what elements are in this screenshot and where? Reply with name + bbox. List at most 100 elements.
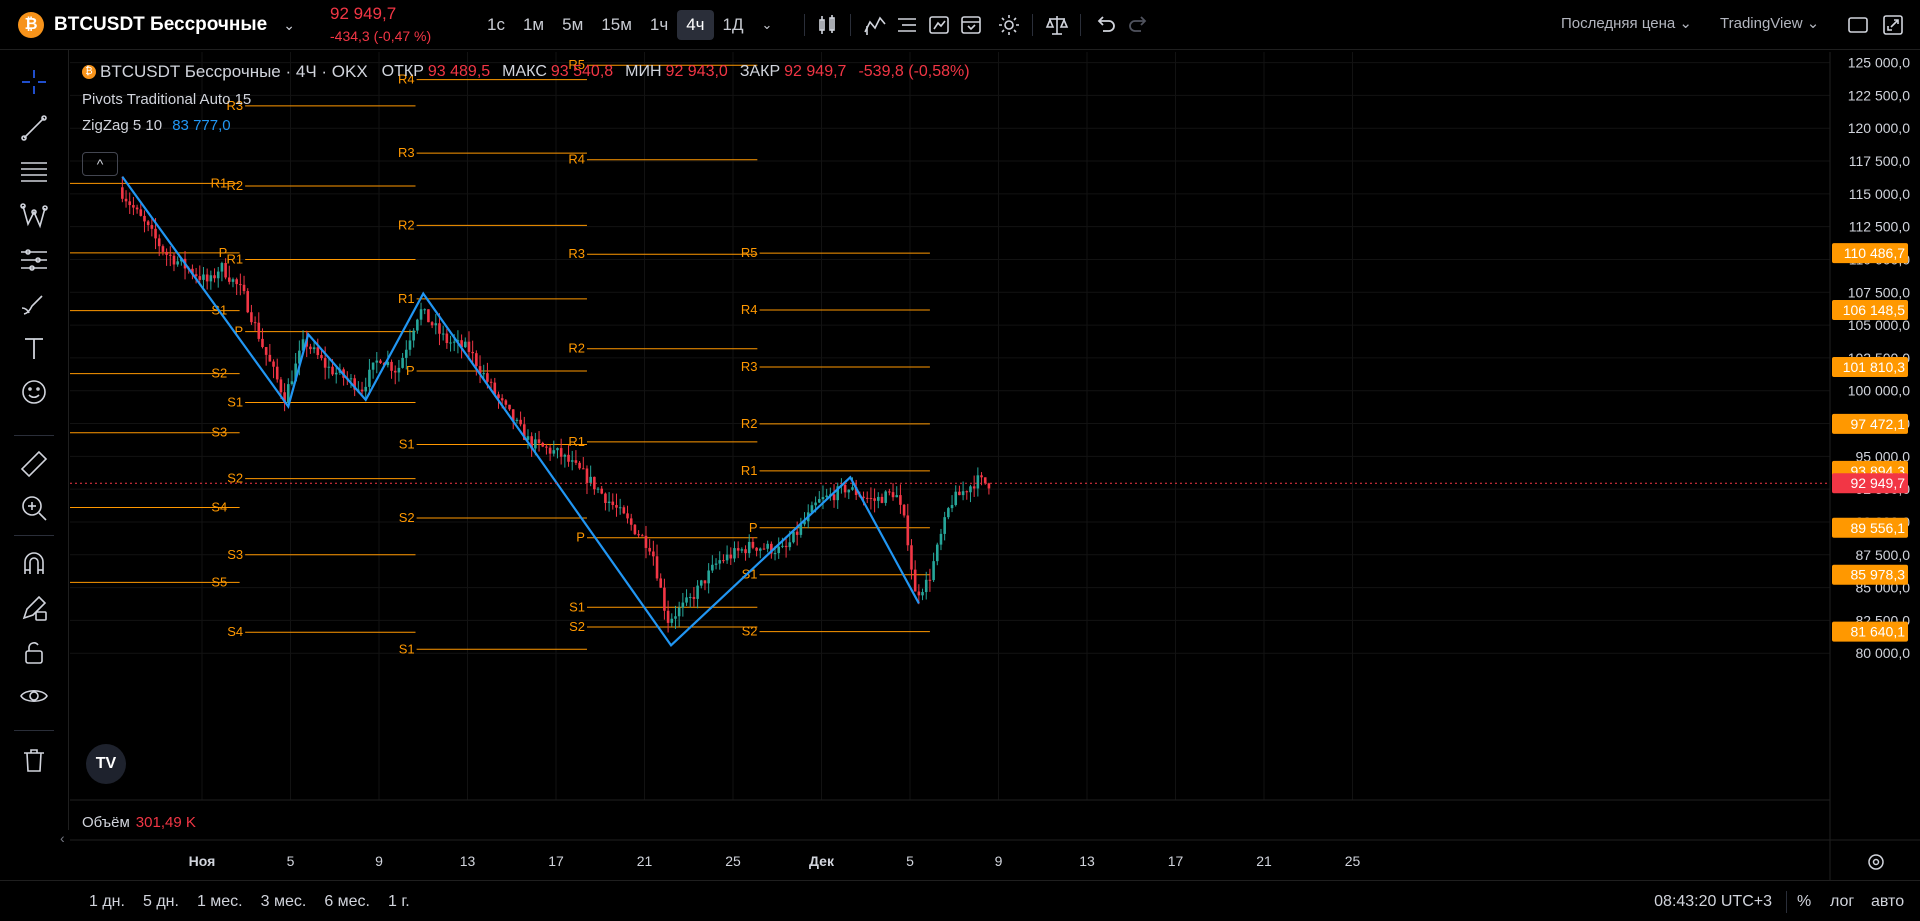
chart-legend: ₿ BTCUSDT Бессрочные · 4Ч · OKX ОТКР 93 4…	[82, 62, 978, 134]
candle-body	[637, 534, 640, 536]
candle-body	[954, 491, 958, 506]
candle-body	[165, 251, 168, 255]
candle-body	[500, 398, 504, 401]
candle-body	[902, 504, 906, 516]
candle-body	[913, 569, 917, 592]
clock[interactable]: 08:43:20 UTC+3	[1654, 893, 1772, 911]
price-tick-label: 112 500,0	[1849, 219, 1910, 235]
price-badge-label: 106 148,5	[1843, 302, 1905, 318]
candle-body	[821, 497, 825, 500]
pivot-label: R4	[741, 302, 758, 317]
range-1m[interactable]: 1 мес.	[188, 893, 252, 911]
auto-scale-toggle[interactable]: авто	[1871, 893, 1904, 911]
candle-body	[401, 357, 404, 368]
pivot-label: S1	[742, 567, 758, 582]
candle-body	[618, 507, 622, 509]
candle-body	[504, 400, 508, 405]
candle-body	[449, 342, 452, 344]
candle-body	[419, 309, 423, 320]
pivot-label: S3	[211, 425, 227, 440]
range-1d[interactable]: 1 дн.	[80, 893, 134, 911]
candle-body	[121, 187, 124, 199]
log-scale-toggle[interactable]: лог	[1830, 893, 1854, 911]
time-tick-label: 13	[460, 853, 476, 869]
candle-body	[681, 602, 685, 608]
candle-body	[692, 597, 696, 599]
price-badge-label: 101 810,3	[1843, 359, 1905, 375]
candle-body	[150, 225, 154, 229]
candle-body	[932, 561, 935, 581]
candle-body	[862, 496, 865, 498]
time-tick-label: 17	[548, 853, 564, 869]
candle-body	[659, 578, 663, 588]
price-chart[interactable]: R1PS1S2S3S4S5R3R2R1PS1S2S3S4R4R3R2R1PS1S…	[0, 0, 1920, 920]
candle-body	[722, 560, 725, 562]
candle-body	[640, 535, 644, 537]
candle-body	[202, 274, 205, 280]
range-6m[interactable]: 6 мес.	[315, 893, 379, 911]
candle-body	[545, 446, 548, 448]
candle-body	[135, 207, 139, 210]
candle-body	[696, 585, 699, 599]
candle-body	[766, 543, 769, 549]
candle-body	[876, 496, 880, 501]
candle-body	[607, 501, 611, 504]
price-tick-label: 87 500,0	[1856, 547, 1911, 563]
candle-body	[445, 333, 449, 344]
range-3m[interactable]: 3 мес.	[252, 893, 316, 911]
candle-body	[873, 498, 876, 501]
pivots-indicator-label[interactable]: Pivots Traditional Auto 15	[82, 91, 978, 108]
candle-body	[257, 322, 261, 339]
candle-body	[559, 448, 563, 457]
volume-value: 301,49 K	[135, 814, 196, 831]
candle-body	[430, 322, 434, 326]
zigzag-indicator[interactable]: ZigZag 5 10 83 777,0	[82, 117, 978, 134]
percent-scale-toggle[interactable]: %	[1797, 893, 1811, 911]
legend-change: -539,8 (-0,58%)	[858, 63, 970, 80]
close-value: 92 949,7	[784, 63, 847, 80]
candle-body	[733, 548, 736, 559]
candle-body	[648, 547, 651, 552]
tradingview-logo-icon[interactable]: TV	[86, 744, 126, 784]
pivot-label: R1	[227, 251, 244, 266]
collapse-legend-button[interactable]: ^	[82, 152, 118, 176]
candle-body	[272, 361, 275, 367]
candle-body	[585, 468, 589, 483]
volume-label: Объём	[82, 814, 130, 831]
high-value: 93 540,8	[550, 63, 614, 80]
pivot-label: P	[749, 520, 758, 535]
time-tick-label: 17	[1168, 853, 1184, 869]
price-tick-label: 120 000,0	[1848, 120, 1910, 136]
candle-body	[508, 404, 511, 410]
candle-body	[843, 484, 847, 493]
time-tick-label: 21	[1256, 853, 1272, 869]
candle-body	[552, 450, 556, 454]
price-tick-label: 117 500,0	[1849, 153, 1910, 169]
candle-body	[935, 544, 939, 562]
candle-body	[139, 209, 143, 216]
candle-body	[895, 495, 899, 498]
candle-body	[349, 378, 353, 380]
range-1y[interactable]: 1 г.	[379, 893, 419, 911]
candle-body	[246, 291, 250, 313]
candle-body	[958, 491, 961, 496]
candle-body	[567, 454, 570, 462]
candle-body	[253, 322, 257, 324]
candle-body	[574, 460, 578, 463]
candle-body	[655, 556, 659, 579]
pivot-lines: R1PS1S2S3S4S5R3R2R1PS1S2S3S4R4R3R2R1PS1S…	[70, 57, 930, 656]
candle-body	[261, 338, 264, 348]
candle-body	[312, 347, 316, 350]
candle-body	[205, 274, 209, 282]
candle-body	[788, 542, 792, 548]
candle-body	[626, 513, 629, 519]
candle-body	[604, 493, 607, 504]
pivot-label: S1	[569, 599, 585, 614]
candle-body	[784, 545, 788, 548]
pivot-label: S2	[399, 510, 415, 525]
bitcoin-icon: ₿	[82, 65, 96, 79]
candle-body	[825, 495, 828, 498]
price-badge-label: 81 640,1	[1851, 624, 1906, 640]
range-5d[interactable]: 5 дн.	[134, 893, 188, 911]
low-label: МИН	[625, 63, 662, 80]
